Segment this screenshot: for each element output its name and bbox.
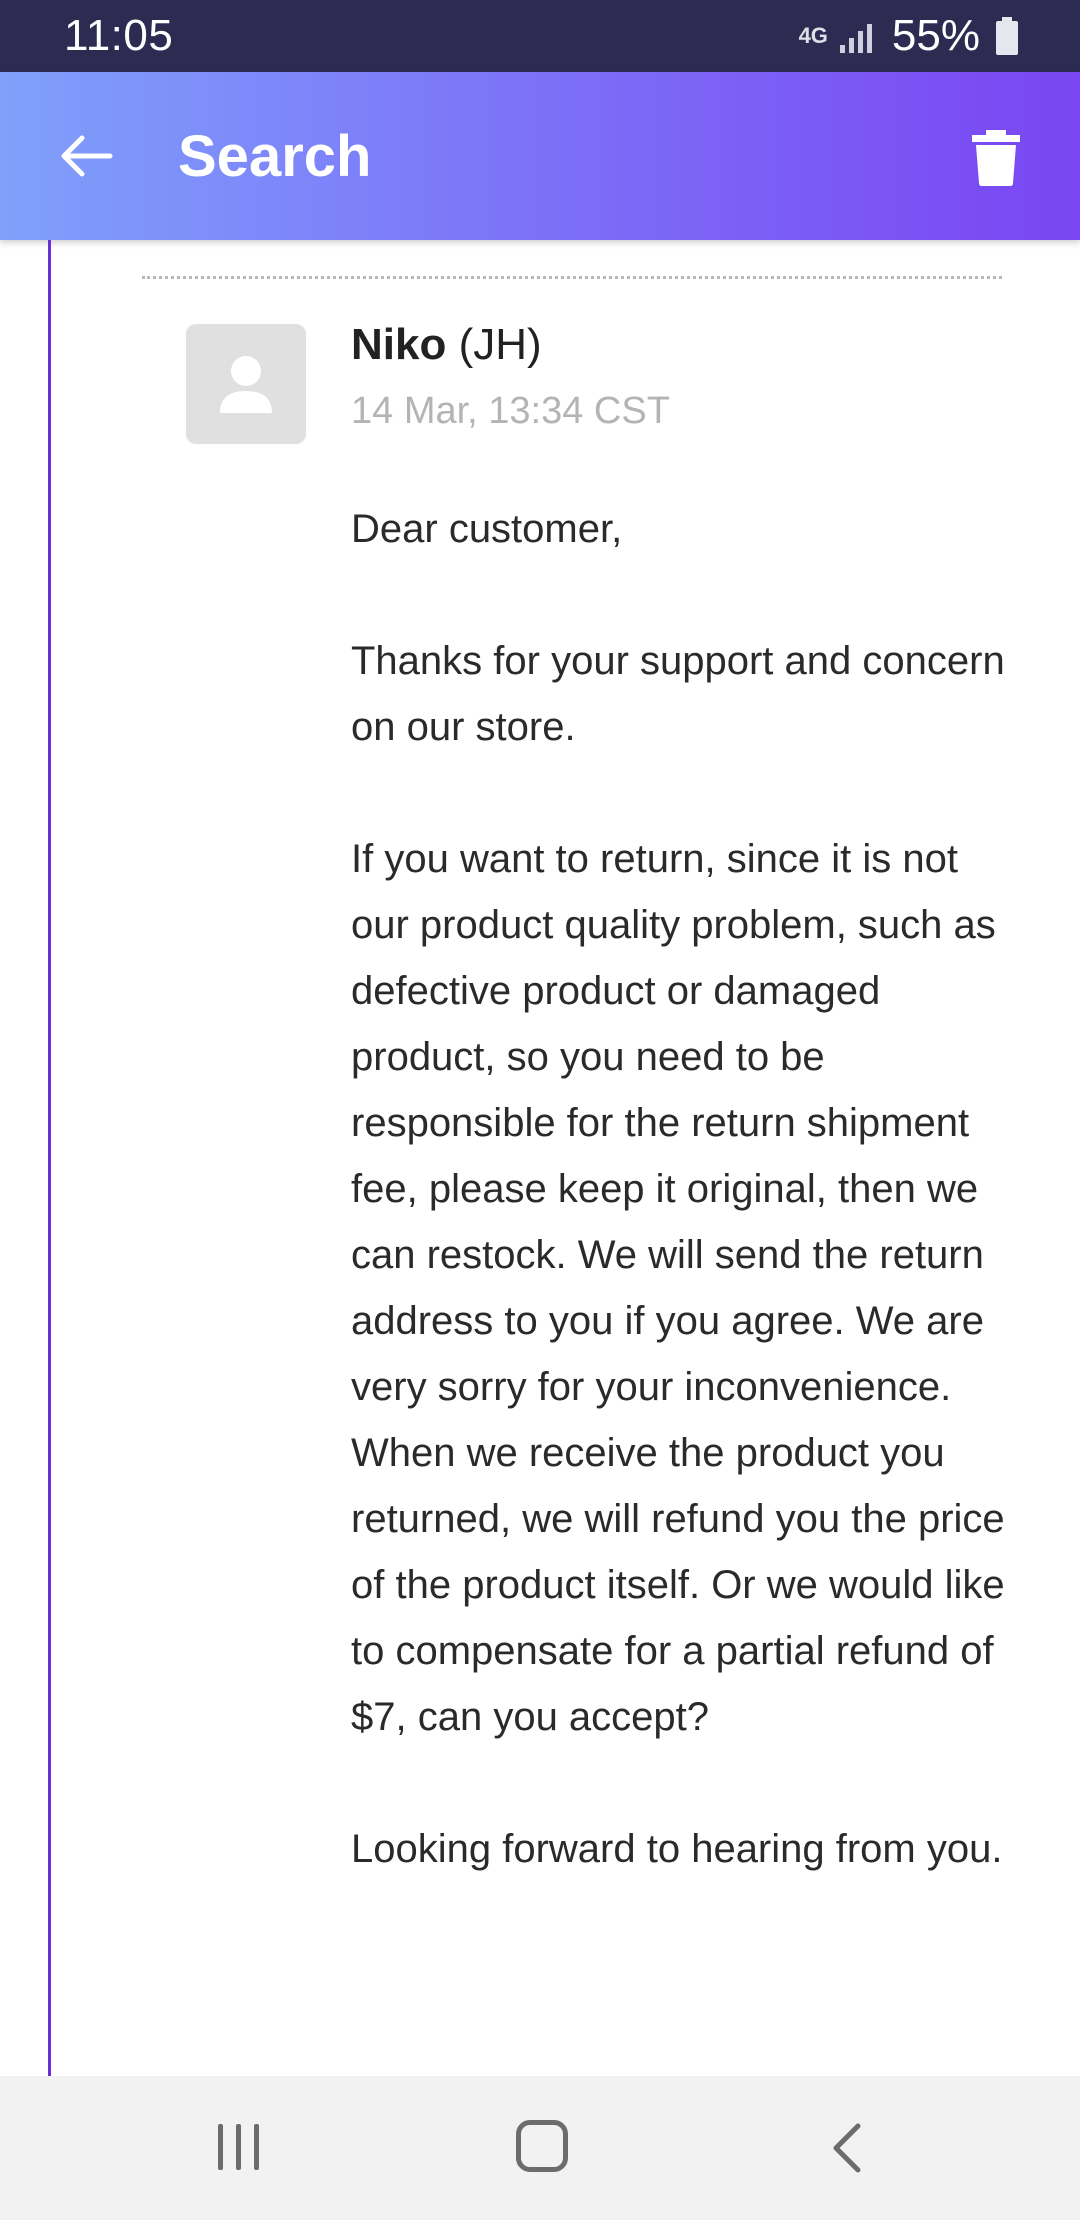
- message-timestamp: 14 Mar, 13:34 CST: [351, 390, 670, 432]
- thread-indicator-line: [48, 240, 51, 2076]
- chevron-left-icon: [833, 2123, 861, 2173]
- trash-icon: [972, 130, 1020, 186]
- battery-icon: [996, 17, 1018, 55]
- status-bar: 11:05 4G 55%: [0, 0, 1080, 72]
- sender-line: Niko (JH): [351, 320, 542, 370]
- message-body: Dear customer, Thanks for your support a…: [351, 496, 1011, 1948]
- arrow-left-icon: [61, 135, 113, 177]
- message-paragraph: Looking forward to hearing from you.: [351, 1827, 1003, 1871]
- status-indicators: 4G 55%: [799, 11, 1018, 61]
- sender-initials: (JH): [458, 320, 542, 369]
- app-bar: Search: [0, 72, 1080, 240]
- message-paragraph: If you want to return, since it is not o…: [351, 837, 1005, 1739]
- back-button[interactable]: [56, 126, 116, 186]
- avatar: [186, 324, 306, 444]
- network-type-icon: 4G: [798, 23, 828, 48]
- person-icon: [220, 356, 272, 413]
- recents-button[interactable]: [214, 2124, 262, 2172]
- delete-button[interactable]: [970, 130, 1022, 186]
- sender-name: Niko: [351, 320, 447, 369]
- page-title: Search: [178, 123, 372, 189]
- status-time: 11:05: [64, 11, 174, 60]
- nav-back-button[interactable]: [826, 2120, 866, 2176]
- message-paragraph: Dear customer,: [351, 507, 623, 551]
- battery-percent: 55%: [891, 11, 980, 60]
- home-button[interactable]: [516, 2120, 568, 2172]
- system-nav-bar: [0, 2076, 1080, 2220]
- signal-icon: [839, 19, 872, 53]
- message-divider: [142, 276, 1002, 279]
- message-paragraph: Thanks for your support and concern on o…: [351, 639, 1005, 749]
